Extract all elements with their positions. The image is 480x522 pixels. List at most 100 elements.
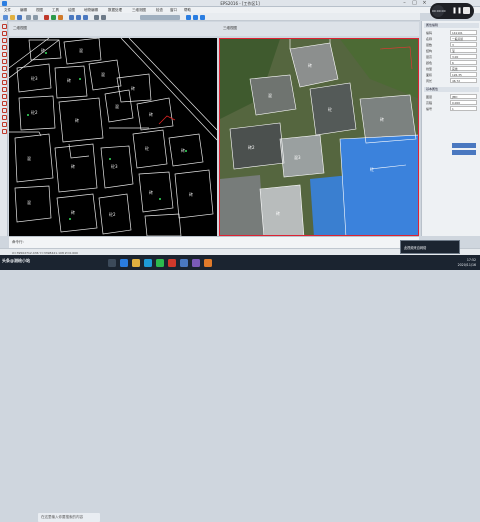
- cad-label: 混: [27, 155, 31, 161]
- open-icon[interactable]: [10, 14, 15, 20]
- screen-recorder-widget: 00:00:00 ❚❚: [430, 3, 474, 19]
- system-clock[interactable]: 17:52 2020/11/16: [458, 258, 476, 267]
- property-value[interactable]: 一般房屋: [450, 36, 477, 41]
- property-row[interactable]: 编号 1: [424, 106, 479, 111]
- property-value[interactable]: JMD: [450, 94, 477, 99]
- property-section-title[interactable]: 基本属性: [424, 87, 479, 92]
- property-value[interactable]: 46.72: [450, 78, 477, 83]
- arc-tool-icon[interactable]: [1, 52, 7, 57]
- property-value[interactable]: 3: [450, 42, 477, 47]
- property-value[interactable]: 6: [450, 60, 477, 65]
- copy-tool-icon[interactable]: [1, 115, 7, 120]
- zoom-in-icon[interactable]: [69, 14, 74, 20]
- recorder-timer: 00:00:00: [432, 5, 445, 17]
- text-tool-icon[interactable]: [1, 73, 7, 78]
- property-value[interactable]: 1: [450, 106, 477, 111]
- maximize-button[interactable]: □: [410, 0, 419, 7]
- property-row[interactable]: 周长 46.72: [424, 78, 479, 83]
- property-value[interactable]: 0.000: [450, 100, 477, 105]
- stop-icon[interactable]: [463, 7, 470, 14]
- property-row[interactable]: 图层 JMD: [424, 94, 479, 99]
- cad-label: 砖: [149, 111, 153, 117]
- app-icon[interactable]: [204, 258, 212, 267]
- cad-2d-viewport[interactable]: 砖 混 砼3 砖 混 砖 砼2 砖 混 砖 砼 砖 混 砖 砼3 砖 混 砖 砼…: [9, 38, 217, 236]
- layer-dropdown[interactable]: [140, 14, 180, 20]
- cad-label: 混: [101, 71, 105, 77]
- property-value[interactable]: 3.00: [450, 54, 477, 59]
- photo-label: 混: [268, 92, 272, 98]
- file-explorer-icon[interactable]: [132, 258, 140, 267]
- oblique-3d-viewport[interactable]: 砖 混 砼 砖 砖2 混3 砖 砼: [219, 38, 419, 236]
- photo-icon[interactable]: [200, 14, 205, 20]
- property-value[interactable]: 141101: [450, 30, 477, 35]
- recorder-app-icon[interactable]: [168, 258, 176, 267]
- property-row[interactable]: 高程 0.000: [424, 100, 479, 105]
- left-tool-strip: [0, 21, 8, 236]
- circle-tool-icon[interactable]: [1, 66, 7, 71]
- apply-color-swatch[interactable]: [452, 143, 476, 148]
- layer-icon[interactable]: [94, 14, 99, 20]
- task-view-icon[interactable]: [108, 258, 116, 267]
- polyline-tool-icon[interactable]: [1, 45, 7, 50]
- tab-2d-view[interactable]: 二维视图: [13, 26, 27, 31]
- 3d-view-icon[interactable]: [186, 14, 191, 20]
- property-row[interactable]: 编码 141101: [424, 30, 479, 35]
- property-panel-title: 属性编辑: [424, 23, 479, 28]
- extend-tool-icon[interactable]: [1, 94, 7, 99]
- snap-icon[interactable]: [58, 14, 63, 20]
- eps-app-icon[interactable]: [180, 258, 188, 267]
- property-key: 线型: [426, 66, 433, 71]
- ortho-icon[interactable]: [193, 14, 198, 20]
- cad-label: 砼2: [109, 211, 116, 217]
- command-prompt: 命令行:: [12, 240, 24, 244]
- property-row[interactable]: 线型 实线: [424, 66, 479, 71]
- property-row[interactable]: 结构 混: [424, 48, 479, 53]
- toolbar: [0, 13, 420, 21]
- rotate-tool-icon[interactable]: [1, 122, 7, 127]
- property-icon[interactable]: [101, 14, 106, 20]
- line-tool-icon[interactable]: [1, 38, 7, 43]
- save-icon[interactable]: [17, 14, 22, 20]
- zoom-out-icon[interactable]: [76, 14, 81, 20]
- property-panel: 属性编辑 编码 141101 名称 一般房屋 层数 3 结构混 层高 3.00 颜色 6 …: [421, 21, 480, 236]
- cad-label: 砖: [71, 209, 75, 215]
- command-line[interactable]: 命令行:: [9, 236, 419, 248]
- property-row[interactable]: 层数 3: [424, 42, 479, 47]
- wechat-icon[interactable]: [156, 258, 164, 267]
- edge-browser-icon[interactable]: [120, 258, 128, 267]
- measure-tool-icon[interactable]: [1, 80, 7, 85]
- cad-label: 砖: [189, 191, 193, 197]
- property-value[interactable]: 126.35: [450, 72, 477, 77]
- draw-area-icon[interactable]: [51, 14, 56, 20]
- photo-label: 砖: [308, 62, 312, 68]
- style-color-swatch[interactable]: [452, 150, 476, 155]
- close-button[interactable]: ×: [420, 0, 429, 7]
- property-row[interactable]: 面积 126.35: [424, 72, 479, 77]
- property-value[interactable]: 实线: [450, 66, 477, 71]
- taskbar-search-input[interactable]: 在这里输入你要搜索的内容: [38, 513, 100, 522]
- title-bar: EPS2016 - [工作区1] – □ ×: [0, 0, 480, 7]
- select-tool-icon[interactable]: [1, 24, 7, 29]
- property-value[interactable]: 混: [450, 48, 477, 53]
- pause-icon[interactable]: ❚❚: [452, 7, 462, 15]
- pan-icon[interactable]: [83, 14, 88, 20]
- property-row[interactable]: 名称 一般房屋: [424, 36, 479, 41]
- property-row[interactable]: 层高 3.00: [424, 54, 479, 59]
- qq-icon[interactable]: [144, 258, 152, 267]
- app-icon[interactable]: [192, 258, 200, 267]
- draw-line-icon[interactable]: [44, 14, 49, 20]
- delete-tool-icon[interactable]: [1, 129, 7, 134]
- view-tab-strip: 二维视图 三维视图: [9, 22, 419, 36]
- undo-icon[interactable]: [26, 14, 31, 20]
- property-row[interactable]: 颜色 6: [424, 60, 479, 65]
- rect-tool-icon[interactable]: [1, 59, 7, 64]
- property-key: 图层: [426, 94, 433, 99]
- offset-tool-icon[interactable]: [1, 101, 7, 106]
- point-tool-icon[interactable]: [1, 31, 7, 36]
- trim-tool-icon[interactable]: [1, 87, 7, 92]
- tab-3d-view[interactable]: 三维视图: [223, 26, 237, 31]
- move-tool-icon[interactable]: [1, 108, 7, 113]
- minimize-button[interactable]: –: [400, 0, 409, 7]
- new-icon[interactable]: [3, 14, 8, 20]
- redo-icon[interactable]: [33, 14, 38, 20]
